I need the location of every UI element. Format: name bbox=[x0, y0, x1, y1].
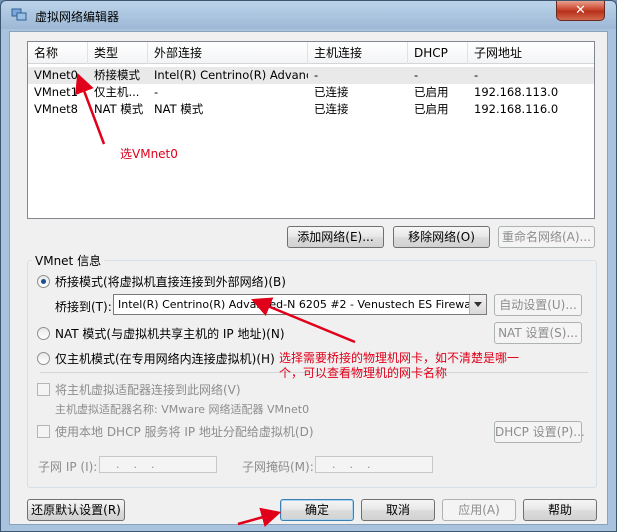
bridge-to-label: 桥接到(T): bbox=[55, 300, 112, 314]
cell: - bbox=[474, 68, 479, 82]
dialog-body: 名称 类型 外部连接 主机连接 DHCP 子网地址 VMnet0 桥接模式 In… bbox=[9, 31, 608, 525]
nat-mode-label[interactable]: NAT 模式(与虚拟机共享主机的 IP 地址)(N) bbox=[55, 325, 285, 342]
table-row-vmnet1[interactable]: VMnet1 仅主机... - 已连接 已启用 192.168.113.0 bbox=[28, 84, 594, 101]
virtual-network-editor-window: 虚拟网络编辑器 ✕ 名称 类型 外部连接 主机连接 DHCP 子网地址 VMne… bbox=[0, 0, 617, 532]
subnet-ip-label: 子网 IP (I): bbox=[38, 460, 98, 474]
annotation-select-vmnet0: 选VMnet0 bbox=[120, 147, 178, 161]
cell: 已启用 bbox=[414, 85, 449, 99]
cell: 192.168.113.0 bbox=[474, 85, 559, 99]
connect-adapter-label[interactable]: 将主机虚拟适配器连接到此网络(V) bbox=[55, 381, 241, 398]
cell: 192.168.116.0 bbox=[474, 102, 559, 116]
subnet-mask-field[interactable]: ... bbox=[315, 456, 433, 473]
chevron-down-icon[interactable] bbox=[469, 295, 486, 314]
cell: Intel(R) Centrino(R) Advanc... bbox=[154, 68, 308, 82]
adapter-name-label: 主机虚拟适配器名称: VMware 网络适配器 VMnet0 bbox=[55, 403, 310, 416]
add-network-button[interactable]: 添加网络(E)... bbox=[287, 226, 384, 248]
cell: 已连接 bbox=[314, 102, 349, 116]
remove-network-button[interactable]: 移除网络(O) bbox=[393, 226, 490, 248]
connect-adapter-checkbox[interactable] bbox=[37, 383, 50, 396]
cell: - bbox=[314, 68, 319, 82]
subnet-ip-field[interactable]: ... bbox=[99, 456, 217, 473]
bridge-adapter-value: Intel(R) Centrino(R) Advanced-N 6205 #2 … bbox=[118, 298, 487, 311]
cell: NAT 模式 bbox=[94, 102, 144, 116]
dhcp-checkbox[interactable] bbox=[37, 425, 50, 438]
column-type[interactable]: 类型 bbox=[88, 42, 148, 64]
bridge-adapter-select[interactable]: Intel(R) Centrino(R) Advanced-N 6205 #2 … bbox=[113, 294, 487, 315]
close-icon: ✕ bbox=[575, 3, 586, 18]
column-name[interactable]: 名称 bbox=[28, 42, 88, 64]
table-row-vmnet0[interactable]: VMnet0 桥接模式 Intel(R) Centrino(R) Advanc.… bbox=[28, 67, 594, 84]
dhcp-settings-button[interactable]: DHCP 设置(P)... bbox=[494, 421, 585, 443]
table-row-vmnet8[interactable]: VMnet8 NAT 模式 NAT 模式 已连接 已启用 192.168.116… bbox=[28, 101, 594, 118]
cell: VMnet1 bbox=[34, 85, 78, 99]
list-header: 名称 类型 外部连接 主机连接 DHCP 子网地址 bbox=[28, 42, 594, 64]
rename-network-button[interactable]: 重命名网络(A)... bbox=[498, 226, 595, 248]
nat-settings-button[interactable]: NAT 设置(S)... bbox=[494, 322, 582, 344]
column-subnet[interactable]: 子网地址 bbox=[468, 42, 594, 64]
apply-button[interactable]: 应用(A) bbox=[442, 499, 516, 521]
column-external[interactable]: 外部连接 bbox=[148, 42, 308, 64]
help-button[interactable]: 帮助 bbox=[523, 499, 597, 521]
cell: VMnet0 bbox=[34, 68, 78, 82]
cell: VMnet8 bbox=[34, 102, 78, 116]
nat-mode-radio[interactable] bbox=[37, 327, 50, 340]
network-icon bbox=[11, 8, 27, 21]
title-bar[interactable]: 虚拟网络编辑器 ✕ bbox=[1, 1, 616, 29]
cell: 仅主机... bbox=[94, 85, 140, 99]
host-only-label[interactable]: 仅主机模式(在专用网络内连接虚拟机)(H) bbox=[55, 350, 275, 367]
cell: 已连接 bbox=[314, 85, 349, 99]
subnet-mask-label: 子网掩码(M): bbox=[242, 460, 314, 474]
cell: - bbox=[154, 85, 159, 99]
cell: NAT 模式 bbox=[154, 102, 204, 116]
window-title: 虚拟网络编辑器 bbox=[35, 10, 120, 24]
column-host[interactable]: 主机连接 bbox=[308, 42, 408, 64]
auto-settings-button[interactable]: 自动设置(U)... bbox=[494, 294, 582, 316]
cell: 桥接模式 bbox=[94, 68, 140, 82]
restore-defaults-button[interactable]: 还原默认设置(R) bbox=[27, 499, 125, 521]
cell: - bbox=[414, 68, 419, 82]
cell: 已启用 bbox=[414, 102, 449, 116]
cancel-button[interactable]: 取消 bbox=[361, 499, 435, 521]
vmnet-info-label: VMnet 信息 bbox=[32, 252, 105, 269]
annotation-choose-adapter-2: 个，可以查看物理机的网卡名称 bbox=[279, 366, 448, 380]
network-list[interactable]: 名称 类型 外部连接 主机连接 DHCP 子网地址 VMnet0 桥接模式 In… bbox=[27, 41, 595, 219]
column-dhcp[interactable]: DHCP bbox=[408, 42, 468, 64]
bridge-mode-label[interactable]: 桥接模式(将虚拟机直接连接到外部网络)(B) bbox=[55, 273, 286, 290]
dhcp-label[interactable]: 使用本地 DHCP 服务将 IP 地址分配给虚拟机(D) bbox=[55, 423, 314, 440]
close-button[interactable]: ✕ bbox=[556, 1, 605, 21]
host-only-radio[interactable] bbox=[37, 352, 50, 365]
ok-button[interactable]: 确定 bbox=[280, 499, 354, 521]
bridge-mode-radio[interactable] bbox=[37, 275, 50, 288]
